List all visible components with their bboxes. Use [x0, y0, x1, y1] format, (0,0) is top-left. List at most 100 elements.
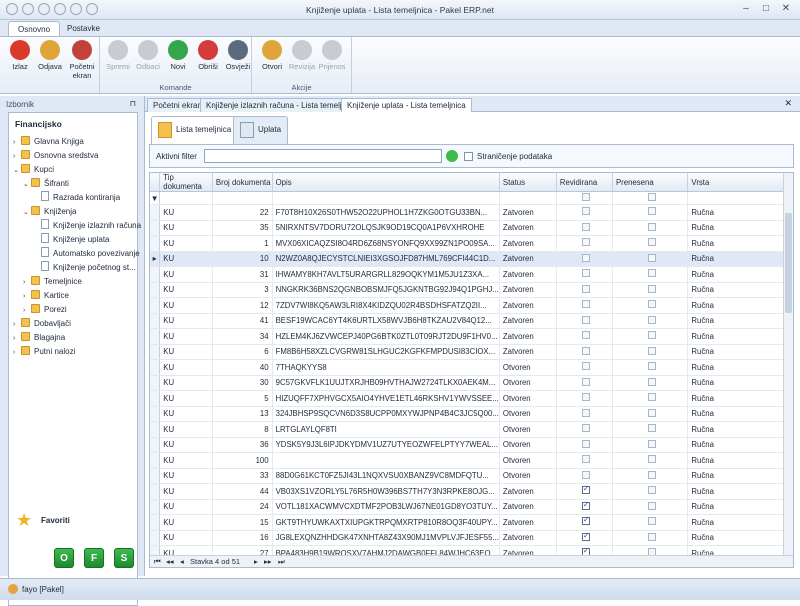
row-indicator[interactable] — [150, 282, 161, 298]
table-cell[interactable] — [612, 204, 689, 221]
table-cell[interactable]: Zatvoren — [499, 328, 557, 345]
table-cell[interactable]: VOTL181XACWMVCXDTMF2POB3LWJ67NE01GD8YO3T… — [272, 499, 500, 515]
table-cell[interactable]: Ručna — [687, 220, 793, 236]
table-cell[interactable]: Ručna — [687, 530, 793, 546]
table-cell[interactable]: Ručna — [687, 251, 793, 267]
row-indicator[interactable] — [150, 421, 161, 438]
table-cell[interactable]: N2WZ0A8QJECYSTCLNIEI3XGSOJFD87HML769CFI4… — [272, 251, 500, 267]
table-cell[interactable]: KU — [159, 235, 213, 252]
table-row[interactable]: KU 36 YDSK5Y9J3L6IPJDKYDMV1UZ7UTYEOZWFELPT… — [150, 437, 793, 453]
table-row[interactable]: KU 41 BESF19WCAC6YT4K6URTLX58WVJB6H8TKZAU2… — [150, 313, 793, 329]
table-cell[interactable]: IHWAMY8KH7AVLT5URARGRLL829OQKYM1M5JU1Z3X… — [272, 266, 500, 283]
ribbon-button-novi[interactable]: Novi — [164, 40, 192, 71]
table-cell[interactable]: GKT9THYUWKAXTXIUPGKTRPQMXRTP810R8OQ3F40U… — [272, 514, 500, 531]
table-row[interactable]: KU 22 F70T8H10X26S0THW52O22UPHOL1H7ZKG0OTG… — [150, 204, 793, 221]
table-cell[interactable]: 40 — [212, 359, 273, 376]
table-cell[interactable]: 6 — [212, 344, 273, 360]
row-indicator[interactable] — [150, 297, 161, 314]
table-cell[interactable] — [612, 297, 689, 314]
table-cell[interactable] — [556, 344, 613, 360]
tree-item[interactable]: ⌄ Knjiženja — [23, 205, 76, 218]
table-cell[interactable]: 3 — [212, 282, 273, 298]
table-cell[interactable] — [612, 344, 689, 360]
maximize-button[interactable]: □ — [756, 2, 776, 16]
tree-item[interactable]: › Porezi — [23, 303, 67, 316]
table-row[interactable]: KU 1 MVX06XICAQZSI8O4RD6Z68NSYONFQ9XX99ZN1… — [150, 235, 793, 252]
table-cell[interactable]: HZLEM4KJ6ZVWCEPJ40PG6BTK0ZTL0T09RJT2DU9F… — [272, 328, 500, 345]
ribbon-button-osvje-i[interactable]: Osvježi — [224, 40, 252, 71]
doc-tab-knjizenje-uplata[interactable]: Knjiženje uplata - Lista temeljnica — [341, 98, 472, 112]
row-indicator[interactable] — [150, 530, 161, 546]
table-cell[interactable]: Otvoren — [499, 359, 557, 376]
table-cell[interactable]: KU — [159, 390, 213, 407]
expand-icon[interactable]: › — [13, 136, 21, 149]
table-cell[interactable] — [556, 282, 613, 298]
previous-page-button[interactable]: ◂◂ — [166, 557, 174, 566]
table-cell[interactable]: KU — [159, 406, 213, 422]
table-cell[interactable]: YDSK5Y9J3L6IPJDKYDMV1UZ7UTYEOZWFELPTYY7W… — [272, 437, 500, 453]
expand-icon[interactable]: › — [13, 332, 21, 345]
expand-icon[interactable]: › — [13, 318, 21, 331]
ribbon-tab-postavke[interactable]: Postavke — [58, 21, 109, 36]
column-header[interactable]: Vrsta — [687, 173, 793, 192]
table-row[interactable]: KU 24 VOTL181XACWMVCXDTMF2POB3LWJ67NE01GD8… — [150, 499, 793, 515]
table-cell[interactable]: 13 — [212, 406, 273, 422]
table-cell[interactable]: Zatvoren — [499, 251, 557, 267]
table-cell[interactable]: 15 — [212, 514, 273, 531]
table-cell[interactable] — [612, 421, 689, 438]
row-indicator[interactable] — [150, 483, 161, 500]
row-indicator[interactable] — [150, 204, 161, 221]
doc-tab-pocetni-ekran[interactable]: Početni ekran — [147, 98, 208, 112]
table-cell[interactable]: KU — [159, 359, 213, 376]
table-cell[interactable] — [612, 437, 689, 453]
table-row[interactable]: KU 3 NNGKRK36BNS2QGNBOBSMJFQ5JGKNTBG92J94Q… — [150, 282, 793, 298]
table-cell[interactable]: 36 — [212, 437, 273, 453]
table-cell[interactable] — [612, 266, 689, 283]
table-cell[interactable]: 33 — [212, 468, 273, 484]
table-cell[interactable]: HIZUQFF7XPHVGCX5AIO4YHVE1ETL46RKSHV1YWVS… — [272, 390, 500, 407]
table-cell[interactable] — [556, 220, 613, 236]
column-header[interactable]: Status — [499, 173, 557, 192]
tree-item[interactable]: Automatsko povezivanje — [33, 247, 140, 260]
close-tab-icon[interactable]: ✕ — [784, 98, 792, 109]
table-cell[interactable]: 88D0G61KCT0FZ5JI43L1NQXVSU0XBANZ9VC8MDFQ… — [272, 468, 500, 484]
table-cell[interactable]: Ručna — [687, 375, 793, 391]
table-cell[interactable]: KU — [159, 452, 213, 469]
table-cell[interactable]: KU — [159, 282, 213, 298]
inner-tab-uplata[interactable]: Uplata — [233, 116, 289, 144]
table-cell[interactable]: 9C57GKVFLK1UUJTXRJHB09HVTHAJW2724TLKX0AE… — [272, 375, 500, 391]
filter-input[interactable] — [204, 149, 442, 163]
table-cell[interactable]: Otvoren — [499, 406, 557, 422]
row-indicator[interactable] — [150, 375, 161, 391]
ribbon-button-po-etni-ekran[interactable]: Početni ekran — [68, 40, 96, 80]
table-cell[interactable]: Ručna — [687, 282, 793, 298]
table-cell[interactable]: Otvoren — [499, 468, 557, 484]
table-cell[interactable]: Zatvoren — [499, 530, 557, 546]
paging-checkbox[interactable] — [464, 152, 473, 161]
table-cell[interactable]: Ručna — [687, 437, 793, 453]
favorite-f-button[interactable]: F — [84, 548, 104, 568]
ribbon-button-otvori[interactable]: Otvori — [258, 40, 286, 71]
table-cell[interactable]: Zatvoren — [499, 220, 557, 236]
table-row[interactable]: KU 35 5NIRXNTSV7DORU72OLQSJK9OD19CQ0A1P6VX… — [150, 220, 793, 236]
row-indicator[interactable] — [150, 266, 161, 283]
filter-checkbox[interactable] — [647, 193, 656, 201]
table-row[interactable]: KU 100 Otvoren Ručna — [150, 452, 793, 469]
row-indicator[interactable]: ▸ — [150, 251, 161, 267]
table-cell[interactable]: Ručna — [687, 235, 793, 252]
table-cell[interactable]: 324JBHSP9SQCVN6D3S8UCPP0MXYWJPNP4B4C3JC5… — [272, 406, 500, 422]
table-cell[interactable]: F70T8H10X26S0THW52O22UPHOL1H7ZKG0OTGU33B… — [272, 204, 500, 221]
table-cell[interactable]: 24 — [212, 499, 273, 515]
table-cell[interactable]: KU — [159, 437, 213, 453]
tree-item[interactable]: › Osnovna sredstva — [13, 149, 98, 162]
table-cell[interactable]: Ručna — [687, 266, 793, 283]
table-cell[interactable]: Zatvoren — [499, 499, 557, 515]
table-cell[interactable] — [556, 499, 613, 515]
column-header[interactable]: Revidirana — [556, 173, 613, 192]
table-cell[interactable] — [556, 437, 613, 453]
tree-item[interactable]: Knjiženje izlaznih računa — [33, 219, 141, 232]
tree-item[interactable]: › Dobavljači — [13, 317, 71, 330]
table-cell[interactable] — [556, 328, 613, 345]
favorite-s-button[interactable]: S — [114, 548, 134, 568]
table-cell[interactable]: FM8B6H58XZLCVGRW81SLHGUC2KGFKFMPDUSI83CI… — [272, 344, 500, 360]
